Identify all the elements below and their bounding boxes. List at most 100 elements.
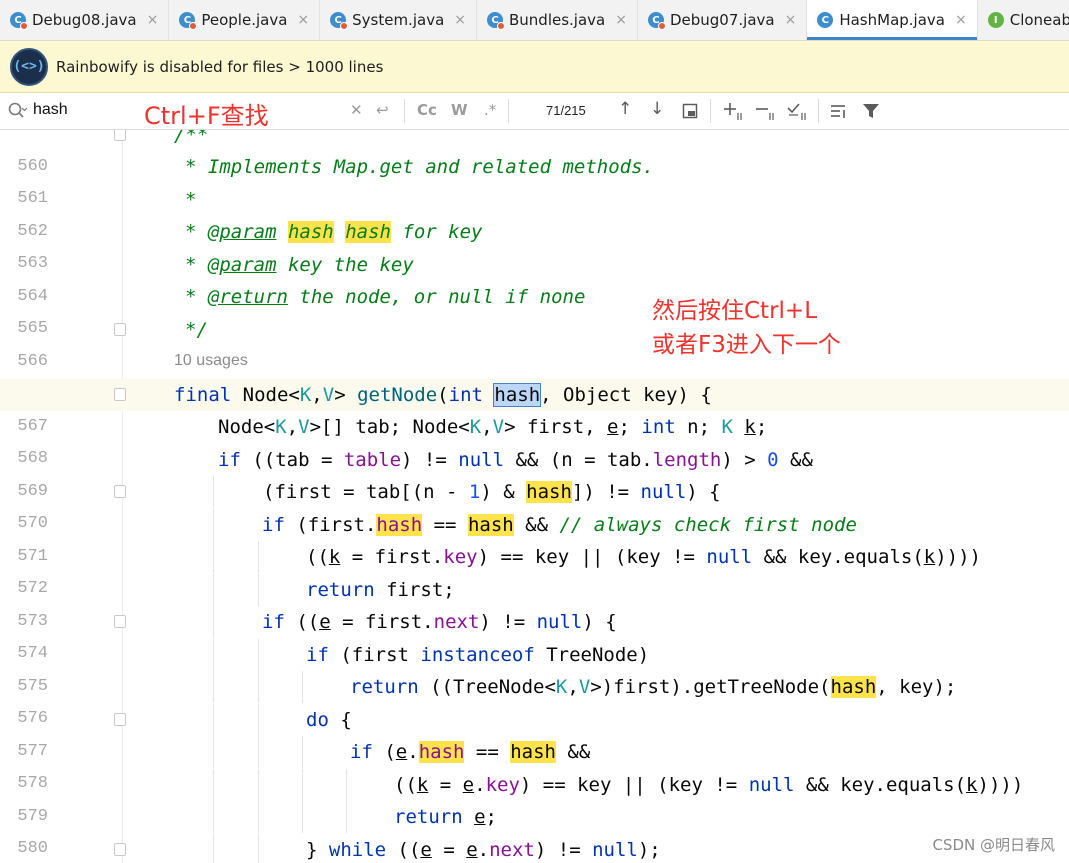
- code-token: ) {: [686, 481, 721, 503]
- code-token: final: [174, 384, 232, 406]
- code-token: ,: [286, 416, 299, 438]
- close-tab-icon[interactable]: ×: [955, 12, 967, 28]
- code-token: )))): [977, 774, 1024, 796]
- code-token: null: [536, 611, 583, 633]
- code-token: &&: [778, 449, 813, 471]
- editor-tab[interactable]: C System.java ×: [320, 0, 477, 40]
- code-token: V: [492, 416, 505, 438]
- code-token: k: [328, 546, 341, 568]
- editor-tab[interactable]: C Debug07.java ×: [638, 0, 808, 40]
- clear-search-icon[interactable]: ✕: [350, 101, 363, 119]
- code-token: *: [185, 286, 208, 308]
- filter-icon[interactable]: [862, 103, 880, 119]
- code-token: int: [448, 384, 483, 406]
- editor-tab-label: HashMap.java: [839, 11, 945, 29]
- code-token: ) !=: [401, 449, 459, 471]
- regex-toggle[interactable]: .*: [484, 101, 496, 119]
- code-token: table: [343, 449, 402, 471]
- close-tab-icon[interactable]: ×: [454, 12, 466, 28]
- code-token: ,: [311, 384, 323, 406]
- code-token: e: [607, 416, 619, 438]
- modified-dot-icon: [20, 22, 28, 30]
- code-line: 575 if (first instanceof TreeNode): [0, 639, 1069, 696]
- whole-words-toggle[interactable]: W: [451, 101, 468, 119]
- close-tab-icon[interactable]: ×: [297, 12, 309, 28]
- code-token: e: [395, 741, 408, 763]
- editor-tab[interactable]: C Debug08.java ×: [0, 0, 170, 40]
- code-token: ((: [284, 611, 320, 633]
- code-line: 565 * @return the node, or null if none: [0, 281, 1069, 338]
- search-match: hash: [526, 481, 572, 503]
- code-line: 579 ((k = e.key) == key || (key != null …: [0, 769, 1069, 826]
- editor-tab-label: System.java: [352, 11, 445, 29]
- new-line-icon[interactable]: ↩: [376, 101, 389, 119]
- code-token: instanceof: [420, 644, 535, 666]
- filter-search-results-icon[interactable]: [830, 103, 848, 119]
- next-occurrence-icon[interactable]: ↓: [650, 99, 664, 119]
- code-token: ((: [306, 546, 329, 568]
- code-line: 563 * @param hash hash for key: [0, 216, 1069, 273]
- code-token: K: [555, 676, 568, 698]
- previous-occurrence-icon[interactable]: ↑: [618, 99, 632, 119]
- fold-marker-icon[interactable]: [114, 323, 126, 336]
- close-tab-icon[interactable]: ×: [785, 12, 797, 28]
- rainbowify-logo-icon: (<>): [10, 47, 48, 86]
- code-token: key the key: [276, 254, 414, 276]
- rainbowify-notification-banner: (<>) Rainbowify is disabled for files > …: [0, 41, 1069, 93]
- usages-hint[interactable]: 10 usages: [174, 352, 248, 370]
- search-match: hash: [830, 676, 877, 698]
- fold-marker-icon[interactable]: [114, 388, 126, 401]
- code-token: e: [466, 839, 478, 861]
- code-token: the node, or null if none: [287, 286, 586, 308]
- fold-marker-icon[interactable]: [114, 485, 126, 498]
- editor-tab[interactable]: C People.java ×: [169, 0, 321, 40]
- code-token: && key.equals(: [794, 774, 967, 796]
- code-token: if: [262, 611, 285, 633]
- line-number: 566: [17, 352, 48, 371]
- code-token: /**: [174, 130, 209, 146]
- code-token: null: [592, 839, 638, 861]
- code-token: return: [350, 676, 419, 698]
- code-token: (: [437, 384, 449, 406]
- select-all-occurrences-icon[interactable]: [786, 101, 808, 121]
- code-editor[interactable]: 560 /** 561 * Implements Map.get and rel…: [0, 130, 1069, 863]
- code-token: ((: [386, 839, 421, 861]
- editor-tab[interactable]: C Bundles.java ×: [477, 0, 638, 40]
- modified-dot-icon: [497, 22, 505, 30]
- code-token: ,: [481, 416, 493, 438]
- code-token: if: [218, 449, 241, 471]
- code-token: >: [334, 384, 358, 406]
- editor-tab-label: Debug07.java: [669, 11, 775, 29]
- search-history-icon[interactable]: [6, 100, 28, 122]
- code-token: ]) !=: [571, 481, 641, 503]
- code-token: for key: [390, 221, 483, 243]
- add-selection-next-icon[interactable]: [722, 101, 744, 121]
- javadoc-tag: @param: [207, 254, 277, 276]
- open-in-window-icon[interactable]: [682, 103, 698, 119]
- code-token: K: [721, 416, 733, 438]
- unselect-occurrence-icon[interactable]: [754, 101, 776, 121]
- modified-dot-icon: [340, 22, 349, 30]
- code-token: TreeNode): [534, 644, 650, 666]
- close-tab-icon[interactable]: ×: [147, 12, 159, 28]
- close-tab-icon[interactable]: ×: [615, 12, 627, 28]
- code-token: Node<: [218, 416, 276, 438]
- editor-tab[interactable]: I Cloneable.java: [978, 0, 1069, 40]
- code-line: 581 } while ((e = e.next) != null);: [0, 834, 1069, 863]
- fold-marker-icon[interactable]: [114, 713, 126, 726]
- fold-marker-icon[interactable]: [114, 615, 126, 628]
- modified-dot-icon: [657, 22, 666, 30]
- javadoc-tag: @return: [207, 286, 288, 308]
- code-token: ((TreeNode<: [418, 676, 556, 698]
- code-line: 561 * Implements Map.get and related met…: [0, 151, 1069, 208]
- code-token: n;: [675, 416, 722, 438]
- code-token: first;: [374, 579, 455, 601]
- code-token: ) &: [480, 481, 527, 503]
- match-case-toggle[interactable]: Cc: [417, 101, 437, 119]
- fold-marker-icon[interactable]: [114, 130, 126, 141]
- editor-tab[interactable]: C HashMap.java ×: [807, 0, 978, 40]
- code-token: (: [372, 741, 396, 763]
- fold-marker-icon[interactable]: [114, 843, 126, 856]
